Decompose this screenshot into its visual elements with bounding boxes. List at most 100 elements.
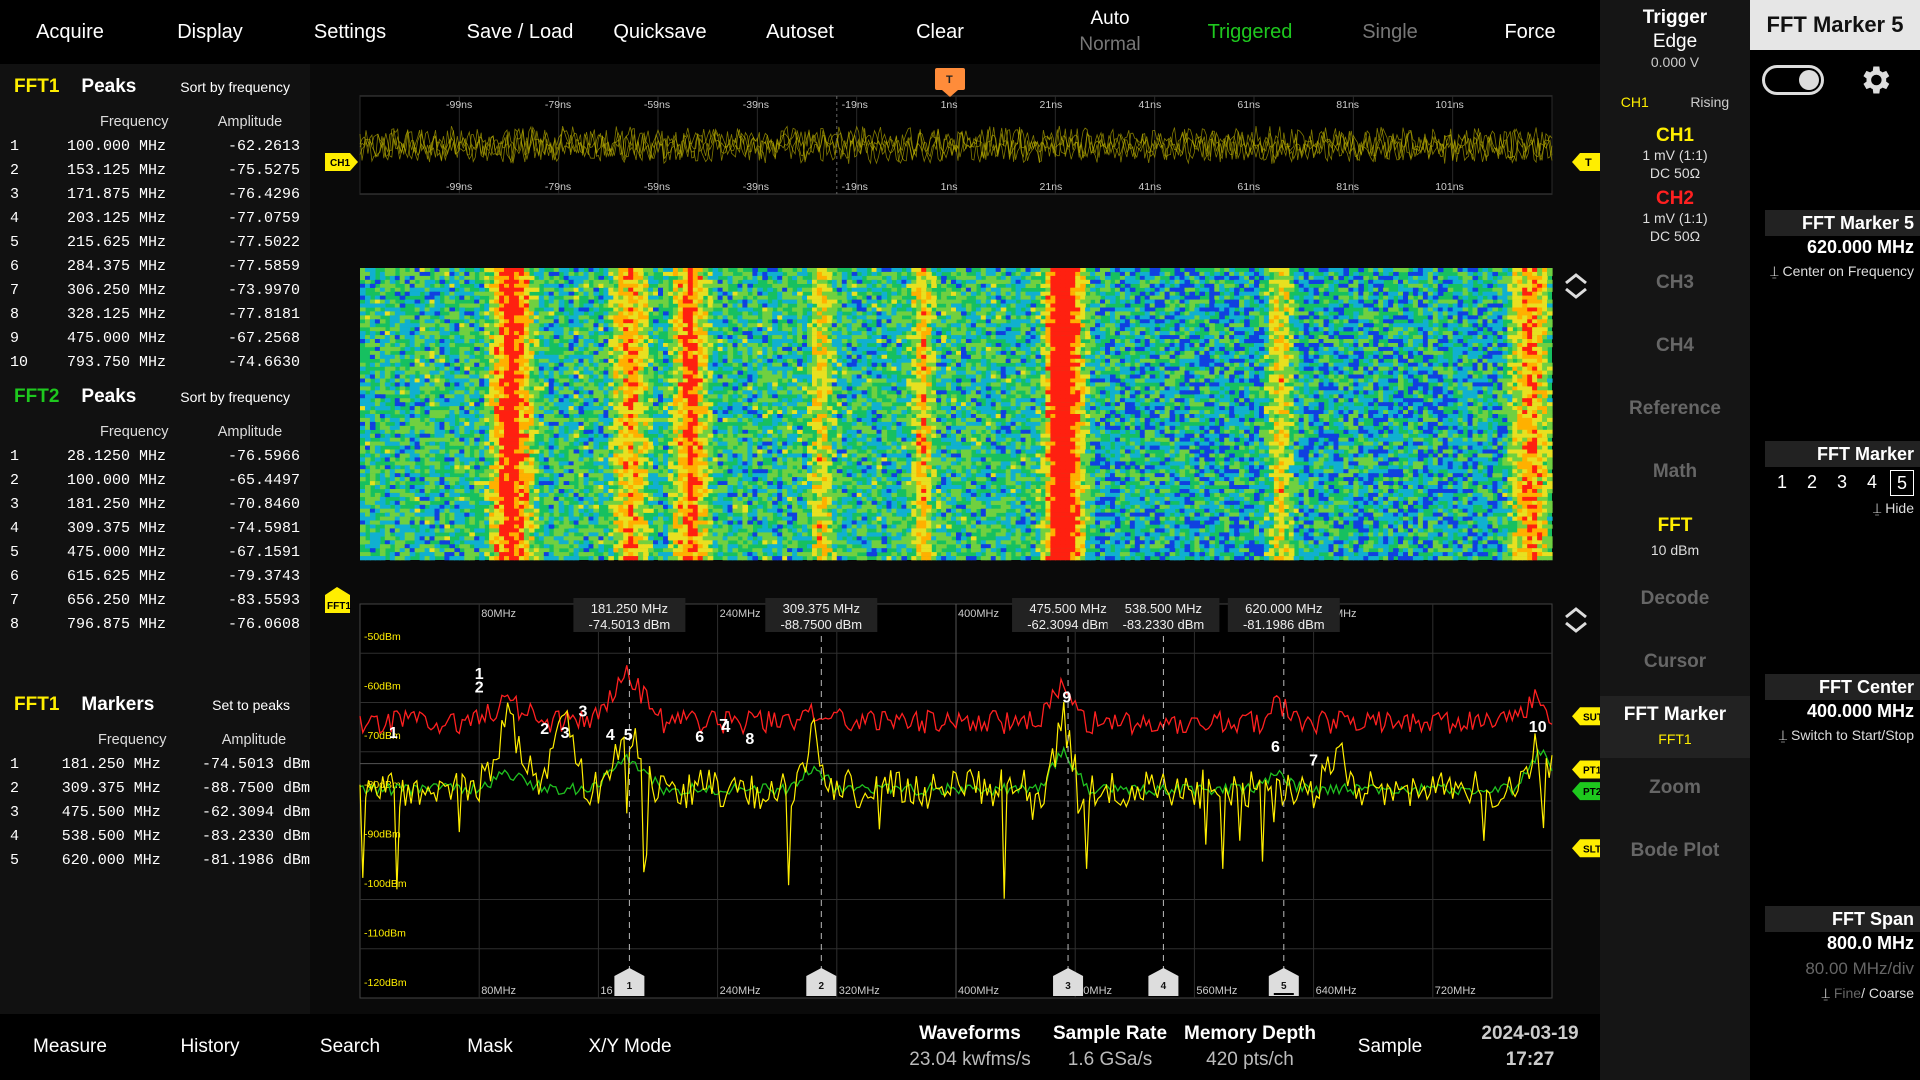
waterfall-cell xyxy=(1527,307,1533,312)
waterfall-cell xyxy=(916,339,922,344)
waterfall-cell xyxy=(821,327,828,332)
waterfall-cell xyxy=(1164,331,1171,336)
table-row[interactable]: 4 309.375 MHz -74.5981 xyxy=(0,516,310,540)
waterfall-cell xyxy=(1229,343,1235,348)
sort-by-frequency-button[interactable]: Sort by frequency xyxy=(180,79,290,95)
waterfall-cell xyxy=(394,335,401,340)
table-row[interactable]: 2 153.125 MHz -75.5275 xyxy=(0,158,310,182)
single-button[interactable]: Single xyxy=(1320,0,1460,64)
clear-button[interactable]: Clear xyxy=(870,0,1010,64)
waterfall-cell xyxy=(871,327,878,332)
waterfall-cell xyxy=(836,283,843,288)
waterfall-cell xyxy=(836,295,843,300)
waterfall-cell xyxy=(1492,362,1498,367)
waterfall-cell xyxy=(1234,346,1240,352)
table-row[interactable]: 3 171.875 MHz -76.4296 xyxy=(0,182,310,206)
waterfall-cell xyxy=(643,331,649,336)
sort-by-frequency-button[interactable]: Sort by frequency xyxy=(180,389,290,405)
waterfall-cell xyxy=(936,339,942,344)
waterfall-cell xyxy=(618,291,624,296)
fft2-peaks-header: FFT2 Peaks Sort by frequency xyxy=(0,376,310,418)
table-row[interactable]: 6 284.375 MHz -77.5859 xyxy=(0,254,310,278)
waterfall-cell xyxy=(1437,311,1444,316)
waterfall-cell xyxy=(583,366,590,371)
waterfall-cell xyxy=(1184,299,1191,304)
waterfall-cell xyxy=(901,319,907,324)
table-row[interactable]: 3 475.500 MHz -62.3094 dBm xyxy=(0,800,310,824)
waterfall-cell xyxy=(985,307,992,312)
table-row[interactable]: 7 306.250 MHz -73.9970 xyxy=(0,278,310,302)
waterfall-cell xyxy=(1497,275,1503,281)
table-row[interactable]: 5 620.000 MHz -81.1986 dBm xyxy=(0,848,310,872)
table-row[interactable]: 6 615.625 MHz -79.3743 xyxy=(0,564,310,588)
waterfall-cell xyxy=(628,287,634,292)
waterfall-cell xyxy=(1268,268,1275,273)
settings-button[interactable]: Settings xyxy=(280,0,420,64)
waterfall-cell xyxy=(672,358,679,363)
table-row[interactable]: 8 796.875 MHz -76.0608 xyxy=(0,612,310,636)
waterfall-cell xyxy=(1020,331,1027,336)
table-row[interactable]: 1 181.250 MHz -74.5013 dBm xyxy=(0,752,310,776)
plot-canvas[interactable]: -99ns-99ns-79ns-79ns-59ns-59ns-39ns-39ns… xyxy=(310,64,1606,1014)
waterfall-cell xyxy=(1114,268,1121,273)
waterfall-cell xyxy=(717,362,724,367)
waterfall-cell xyxy=(1000,350,1007,356)
triggered-status[interactable]: Triggered xyxy=(1180,0,1320,64)
waterfall-cell xyxy=(931,268,937,273)
table-row[interactable]: 9 475.000 MHz -67.2568 xyxy=(0,326,310,350)
table-row[interactable]: 8 328.125 MHz -77.8181 xyxy=(0,302,310,326)
waterfall-cell xyxy=(1085,362,1091,367)
force-button[interactable]: Force xyxy=(1460,0,1600,64)
waterfall-cell xyxy=(1100,275,1106,281)
waterfall-cell xyxy=(1249,291,1255,296)
table-row[interactable]: 4 203.125 MHz -77.0759 xyxy=(0,206,310,230)
table-row[interactable]: 5 475.000 MHz -67.1591 xyxy=(0,540,310,564)
waterfall-cell xyxy=(1005,327,1012,332)
autoset-button[interactable]: Autoset xyxy=(730,0,870,64)
table-row[interactable]: 7 656.250 MHz -83.5593 xyxy=(0,588,310,612)
table-row[interactable]: 2 100.000 MHz -65.4497 xyxy=(0,468,310,492)
set-to-peaks-button[interactable]: Set to peaks xyxy=(212,697,290,713)
save-load-button[interactable]: Save / Load xyxy=(440,0,600,64)
table-row[interactable]: 1 28.1250 MHz -76.5966 xyxy=(0,444,310,468)
waterfall-cell xyxy=(911,283,917,288)
waterfall-cell xyxy=(518,268,525,273)
waterfall-cell xyxy=(578,287,585,292)
waterfall-cell xyxy=(543,366,550,371)
waterfall-cell xyxy=(807,343,813,348)
waterfall-cell xyxy=(702,339,709,344)
table-row[interactable]: 1 100.000 MHz -62.2613 xyxy=(0,134,310,158)
table-row[interactable]: 2 309.375 MHz -88.7500 dBm xyxy=(0,776,310,800)
table-row[interactable]: 5 215.625 MHz -77.5022 xyxy=(0,230,310,254)
waterfall-cell xyxy=(1149,339,1156,344)
quicksave-button[interactable]: Quicksave xyxy=(590,0,730,64)
waterfall-cell xyxy=(1263,268,1270,273)
table-row[interactable]: 4 538.500 MHz -83.2330 dBm xyxy=(0,824,310,848)
waterfall-cell xyxy=(906,323,912,328)
waterfall-cell xyxy=(891,319,897,324)
waterfall-cell xyxy=(737,343,744,348)
trigger-mode-button[interactable]: Auto Normal xyxy=(1040,0,1180,64)
waterfall-cell xyxy=(891,268,897,273)
waterfall-cell xyxy=(1030,346,1037,352)
waterfall-cell xyxy=(1403,346,1409,352)
table-row[interactable]: 10 793.750 MHz -74.6630 xyxy=(0,350,310,374)
waterfall-cell xyxy=(568,354,575,359)
waterfall-cell xyxy=(479,362,485,367)
waterfall-cell xyxy=(658,370,664,375)
waterfall-cell xyxy=(603,323,609,328)
waterfall-cell xyxy=(1527,268,1533,273)
waterfall-cell xyxy=(692,307,699,312)
waterfall-cell xyxy=(980,311,987,316)
waterfall-cell xyxy=(871,346,878,352)
acquire-button[interactable]: Acquire xyxy=(0,0,140,64)
table-row[interactable]: 3 181.250 MHz -70.8460 xyxy=(0,492,310,516)
waterfall-cell xyxy=(568,295,575,300)
waterfall-cell xyxy=(1189,275,1195,281)
row-index: 8 xyxy=(10,615,20,633)
waterfall-cell xyxy=(439,362,446,367)
waterfall-cell xyxy=(414,339,421,344)
waterfall-cell xyxy=(1333,339,1340,344)
display-button[interactable]: Display xyxy=(140,0,280,64)
waterfall-cell xyxy=(921,295,927,300)
